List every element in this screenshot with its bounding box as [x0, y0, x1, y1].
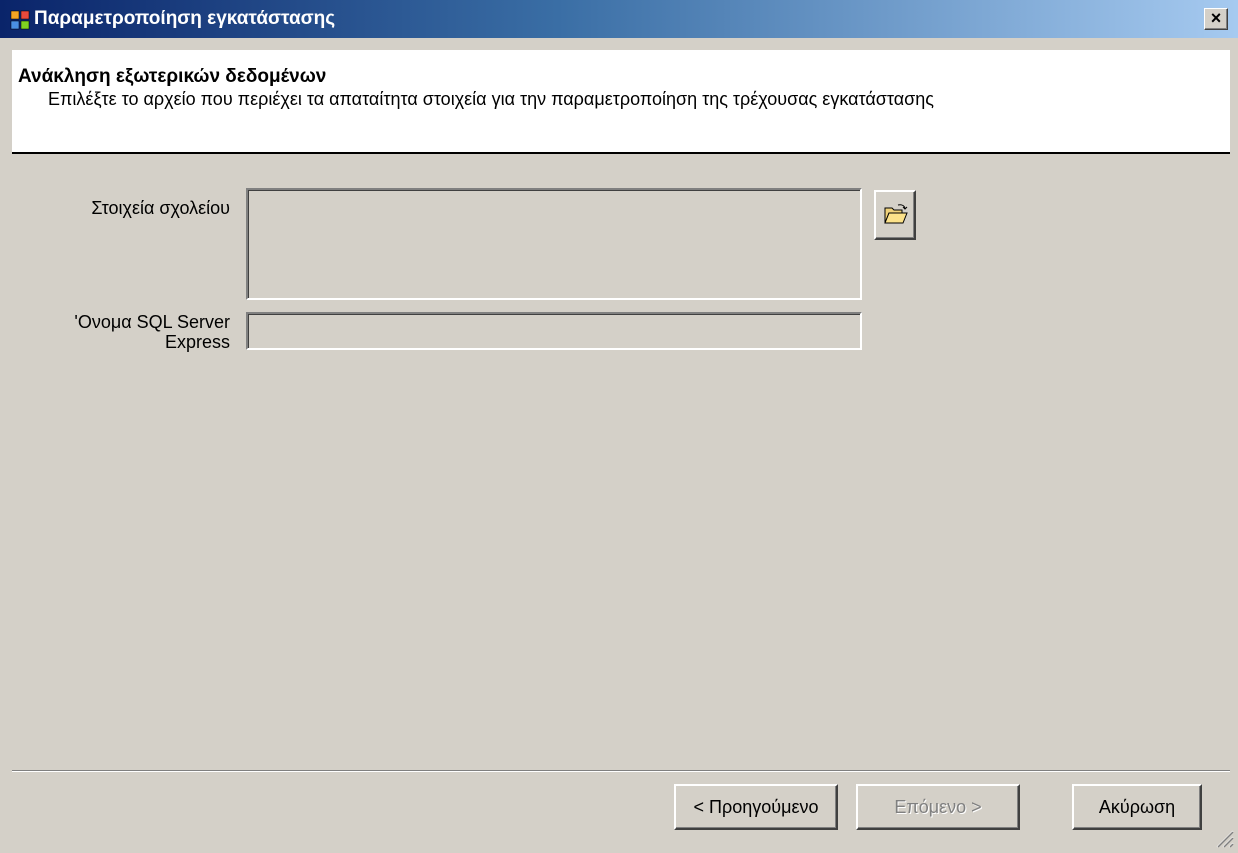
resize-grip-icon[interactable]	[1212, 826, 1234, 848]
school-data-field[interactable]	[246, 188, 862, 300]
window-title: Παραμετροποίηση εγκατάστασης	[34, 8, 336, 29]
wizard-header: Ανάκληση εξωτερικών δεδομένων Επιλέξτε τ…	[12, 50, 1230, 154]
school-data-label: Στοιχεία σχολείου	[91, 198, 230, 218]
close-button[interactable]: ×	[1204, 8, 1228, 30]
next-button[interactable]: Επόμενο >	[856, 784, 1020, 830]
back-button[interactable]: < Προηγούμενο	[674, 784, 838, 830]
sql-server-label-line1: 'Ονομα SQL Server	[74, 312, 230, 332]
step-title: Ανάκληση εξωτερικών δεδομένων	[18, 66, 327, 87]
sql-server-name-field[interactable]	[246, 312, 862, 350]
step-description: Επιλέξτε το αρχείο που περιέχει τα απατα…	[48, 89, 934, 109]
footer-separator	[12, 770, 1230, 772]
open-folder-icon	[884, 204, 908, 224]
browse-button[interactable]	[874, 190, 916, 240]
sql-server-label-line2: Express	[164, 332, 230, 352]
app-icon	[10, 10, 30, 30]
sql-server-label: 'Ονομα SQL Server Express	[40, 312, 230, 352]
setup-wizard-window: Παραμετροποίηση εγκατάστασης × Ανάκληση …	[0, 0, 1238, 853]
cancel-button[interactable]: Ακύρωση	[1072, 784, 1202, 830]
title-bar[interactable]: Παραμετροποίηση εγκατάστασης ×	[0, 0, 1238, 38]
